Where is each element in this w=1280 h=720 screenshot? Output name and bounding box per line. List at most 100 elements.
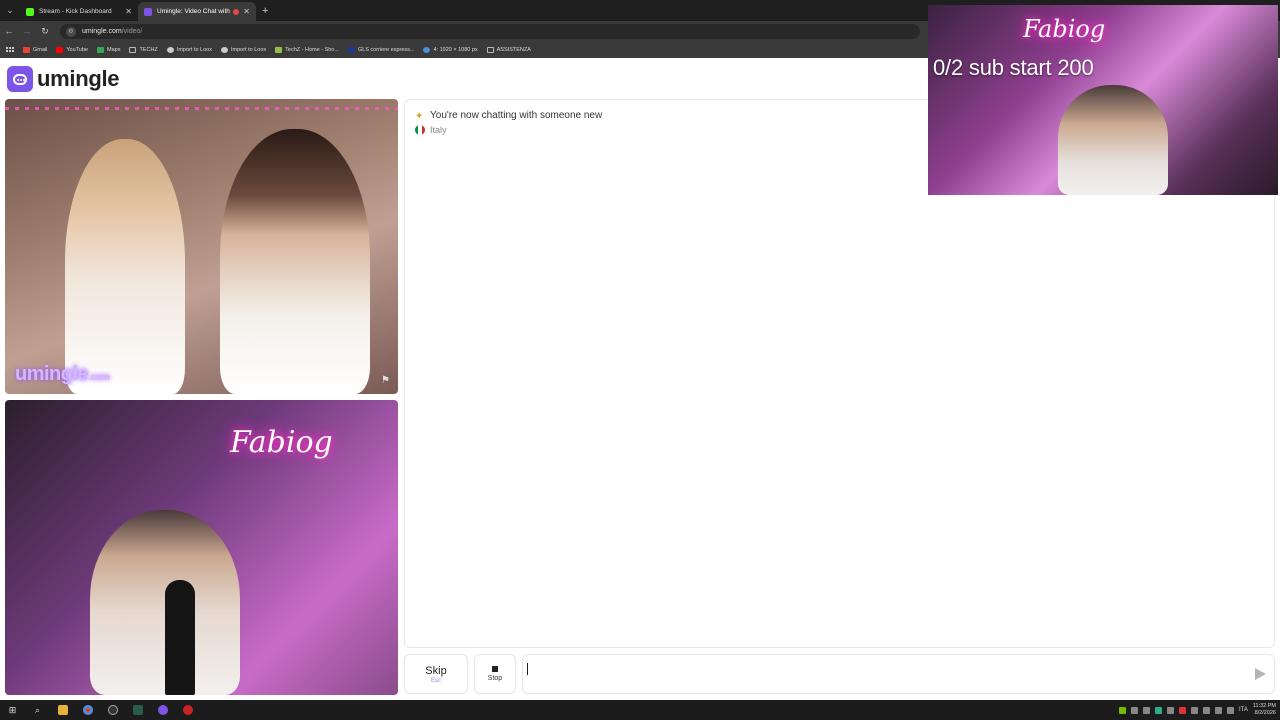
windows-taskbar: ⊞ ⌕ ITA 11:32 PM 8/2/2026: [0, 700, 1280, 720]
bookmark-label: Maps: [107, 46, 121, 53]
watermark-suffix: .com: [88, 372, 110, 383]
clock[interactable]: 11:32 PM 8/2/2026: [1253, 703, 1276, 717]
system-tray: ITA 11:32 PM 8/2/2026: [1118, 700, 1276, 720]
microphone: [165, 580, 195, 695]
new-tab-icon[interactable]: +: [262, 5, 268, 17]
reload-icon[interactable]: ↻: [36, 21, 54, 41]
system-message: ✦ You're now chatting with someone new: [415, 110, 603, 122]
tab-title: Stream - Kick Dashboard: [39, 8, 112, 15]
bookmark-label: Import to Loox: [176, 46, 212, 53]
bookmark-maps[interactable]: Maps: [97, 46, 121, 53]
tab-kick-dashboard[interactable]: Stream - Kick Dashboard ✕: [20, 2, 138, 21]
microphone-icon[interactable]: [1202, 706, 1210, 714]
led-strip: [5, 107, 398, 110]
gls-icon: [347, 46, 355, 53]
skip-label: Skip: [425, 664, 447, 677]
forward-arrow-icon[interactable]: →: [18, 21, 36, 41]
watermark-text: umingle: [15, 363, 89, 385]
sparkle-icon: ✦: [415, 110, 424, 122]
network-icon[interactable]: [1214, 706, 1222, 714]
system-message-text: You're now chatting with someone new: [430, 110, 603, 121]
overlay-neon-sign: Fabiog: [1023, 15, 1106, 43]
stop-button[interactable]: Stop: [474, 654, 516, 694]
close-tab-icon[interactable]: ✕: [243, 7, 250, 16]
bookmark-label: ASSISTENZA: [496, 46, 531, 53]
neon-sign: Fabiog: [230, 425, 333, 460]
youtube-icon: [56, 46, 64, 53]
nvidia-icon[interactable]: [1118, 706, 1126, 714]
esc-hint: Esc: [430, 677, 441, 684]
url-input[interactable]: ⚙ umingle.com/video/: [60, 24, 920, 39]
country-name: Italy: [430, 125, 447, 135]
tab-search-icon[interactable]: ⌄: [0, 0, 20, 21]
kick-favicon-icon: [26, 7, 34, 16]
sub-goal-text: 0/2 sub start 200: [933, 55, 1094, 80]
screen-icon: [423, 46, 431, 53]
apps-icon[interactable]: [6, 47, 14, 52]
clock-date: 8/2/2026: [1254, 710, 1276, 716]
bookmark-gmail[interactable]: Gmail: [23, 46, 47, 53]
clock-time: 11:32 PM: [1252, 703, 1276, 709]
bookmark-youtube[interactable]: YouTube: [56, 46, 88, 53]
skip-button[interactable]: Skip Esc: [404, 654, 468, 694]
bookmark-label: 4: 1920 × 1080 px: [433, 46, 478, 53]
site-logo[interactable]: umingle: [7, 66, 120, 92]
bookmark-folder-techz[interactable]: TECHZ: [129, 46, 158, 53]
send-icon[interactable]: [1255, 668, 1266, 680]
report-flag-icon[interactable]: ⚑: [381, 375, 390, 386]
message-input[interactable]: [522, 654, 1275, 694]
tray-app-icon[interactable]: [1142, 706, 1150, 714]
tab-umingle[interactable]: Umingle: Video Chat with S ✕: [138, 2, 256, 21]
bookmark-resolution[interactable]: 4: 1920 × 1080 px: [423, 46, 478, 53]
windows-start-icon[interactable]: ⊞: [0, 700, 25, 720]
bookmark-label: YouTube: [66, 46, 88, 53]
tab-title: Umingle: Video Chat with S: [157, 8, 231, 15]
streamer-webcam-overlay: Fabiog 0/2 sub start 200: [928, 5, 1278, 195]
overlay-person: [1058, 85, 1168, 195]
tray-app-icon[interactable]: [1178, 706, 1186, 714]
back-arrow-icon[interactable]: ←: [0, 21, 18, 41]
umingle-favicon-icon: [144, 7, 152, 16]
terminal-icon[interactable]: [125, 700, 150, 720]
globe-icon: [166, 46, 174, 53]
folder-icon: [129, 46, 137, 53]
tray-app-icon[interactable]: [1154, 706, 1162, 714]
italy-flag-icon: [415, 125, 425, 135]
site-info-icon[interactable]: ⚙: [66, 26, 76, 37]
tray-app-icon[interactable]: [1190, 706, 1198, 714]
recording-app-icon[interactable]: [175, 700, 200, 720]
bookmark-folder-assistenza[interactable]: ASSISTENZA: [486, 46, 531, 53]
search-icon[interactable]: ⌕: [25, 700, 50, 720]
bookmark-gls[interactable]: GLS corriere espress...: [347, 46, 415, 53]
bookmark-import-loox-1[interactable]: Import to Loox: [166, 46, 212, 53]
file-explorer-icon[interactable]: [50, 700, 75, 720]
tray-app-icon[interactable]: [1166, 706, 1174, 714]
bookmark-techz-home[interactable]: TechZ - Home - Sho...: [275, 46, 339, 53]
shopify-icon: [275, 46, 283, 53]
chrome-icon[interactable]: [75, 700, 100, 720]
bookmark-label: Import to Loox: [230, 46, 267, 53]
close-tab-icon[interactable]: ✕: [125, 7, 132, 16]
stranger-video: umingle.com ⚑: [5, 99, 398, 394]
stranger-person-left: [65, 139, 185, 394]
stop-icon: [492, 666, 498, 672]
stranger-country: Italy: [415, 125, 447, 135]
url-path: /video/: [121, 28, 143, 35]
umingle-watermark: umingle.com: [15, 363, 110, 386]
obs-icon[interactable]: [100, 700, 125, 720]
folder-icon: [486, 46, 494, 53]
bookmark-label: GLS corriere espress...: [357, 46, 415, 53]
language-indicator[interactable]: ITA: [1239, 707, 1248, 713]
stranger-person-right: [220, 129, 370, 394]
globe-icon: [220, 46, 228, 53]
chat-bubble-logo-icon: [7, 66, 33, 92]
tray-app-icon[interactable]: [1130, 706, 1138, 714]
url-host: umingle.com: [82, 28, 122, 35]
volume-icon[interactable]: [1226, 706, 1234, 714]
recording-indicator-icon: [233, 8, 240, 15]
discord-icon[interactable]: [150, 700, 175, 720]
logo-text: umingle: [37, 66, 120, 91]
bookmark-import-loox-2[interactable]: Import to Loox: [220, 46, 267, 53]
self-video: Fabiog: [5, 400, 398, 695]
chat-controls: Skip Esc Stop: [404, 653, 1275, 695]
